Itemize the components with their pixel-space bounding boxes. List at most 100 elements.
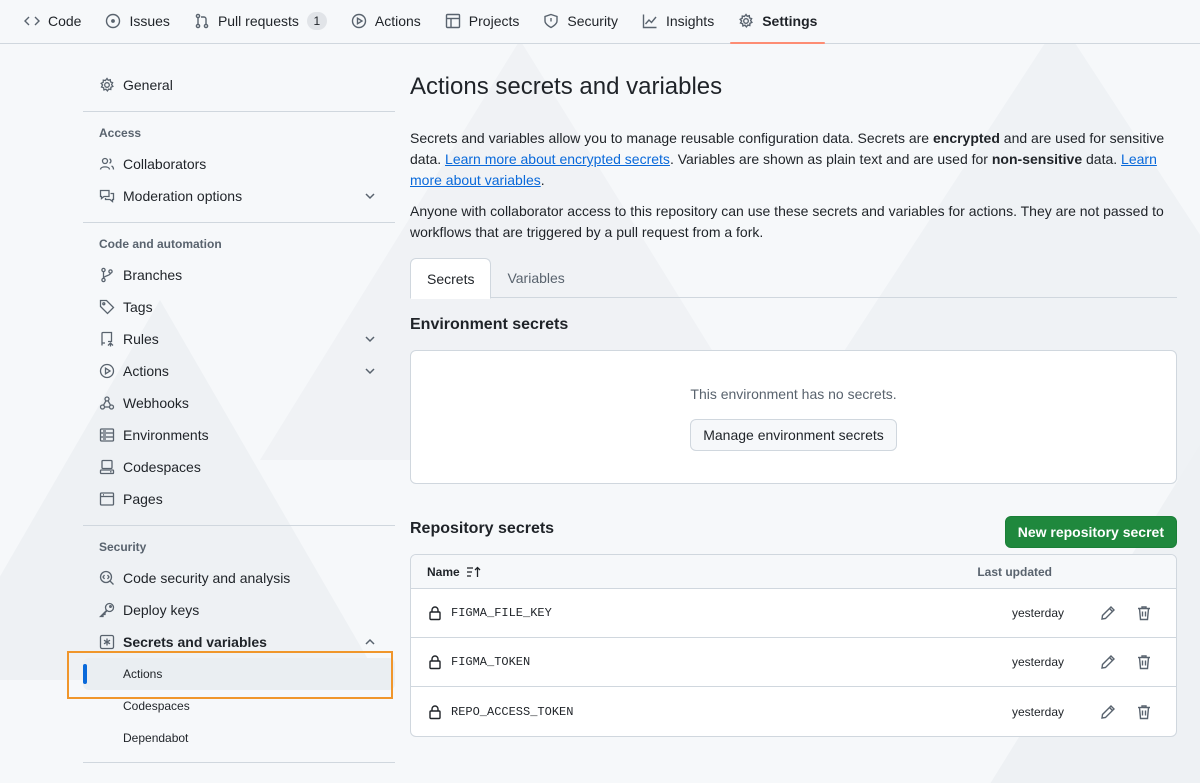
sidebar-item-environments[interactable]: Environments (83, 419, 395, 451)
sidebar-subitem-label: Actions (123, 667, 163, 681)
sidebar-item-codespaces[interactable]: Codespaces (83, 451, 395, 483)
lock-icon (429, 606, 441, 621)
sidebar-item-rules[interactable]: Rules (83, 323, 395, 355)
edit-secret-button[interactable] (1100, 704, 1116, 720)
sidebar-item-deploy-keys[interactable]: Deploy keys (83, 594, 395, 626)
tab-settings[interactable]: Settings (730, 0, 826, 44)
secrets-variables-tabs: Secrets Variables (410, 258, 1177, 299)
issue-icon (106, 13, 121, 29)
pull-request-icon (195, 13, 209, 29)
sidebar-subitem-label: Codespaces (123, 699, 190, 713)
table-row: REPO_ACCESS_TOKEN yesterday (411, 687, 1176, 736)
sidebar-item-label: Deploy keys (123, 602, 200, 618)
sidebar-item-webhooks[interactable]: Webhooks (83, 387, 395, 419)
name-column-header[interactable]: Name (427, 565, 482, 579)
empty-state-message: This environment has no secrets. (690, 386, 897, 402)
secret-name: REPO_ACCESS_TOKEN (451, 704, 574, 719)
environment-secrets-heading: Environment secrets (410, 316, 569, 333)
sidebar-subitem-actions[interactable]: Actions (83, 658, 395, 690)
sidebar-item-general[interactable]: General (83, 69, 395, 101)
git-branch-icon (101, 267, 113, 283)
sidebar-item-pages[interactable]: Pages (83, 483, 395, 515)
edit-secret-button[interactable] (1100, 654, 1116, 670)
chevron-down-icon (365, 193, 375, 200)
secret-last-updated: yesterday (1011, 655, 1064, 669)
tab-settings-label: Settings (762, 13, 818, 29)
sidebar-item-tags[interactable]: Tags (83, 291, 395, 323)
tab-security-label: Security (567, 13, 618, 29)
intro-text: Secrets and variables allow you to manag… (410, 130, 933, 146)
sidebar-divider (83, 222, 395, 223)
sidebar-item-label: Pages (123, 491, 163, 507)
secret-last-updated: yesterday (1011, 704, 1064, 719)
tab-projects[interactable]: Projects (437, 0, 528, 43)
table-icon (445, 13, 460, 29)
page-title: Actions secrets and variables (410, 73, 723, 100)
sidebar-item-label: Tags (123, 299, 153, 315)
sidebar-item-actions[interactable]: Actions (83, 355, 395, 387)
repository-secrets-table: Name Last updated FIGMA_FILE_KEY yesterd… (410, 554, 1177, 737)
repo-navigation: Code Issues Pull requests 1 Actions Proj… (0, 0, 1200, 44)
sidebar-item-code-security[interactable]: Code security and analysis (83, 562, 395, 594)
tab-insights[interactable]: Insights (634, 0, 722, 43)
sidebar-heading-access: Access (99, 126, 142, 140)
learn-encrypted-secrets-link[interactable]: Learn more about encrypted secrets (445, 151, 670, 167)
pencil-icon (1101, 655, 1115, 669)
secret-last-updated: yesterday (1011, 606, 1064, 620)
tab-issues-label: Issues (129, 13, 170, 29)
sidebar-item-label: Collaborators (123, 156, 207, 172)
tab-pull-requests[interactable]: Pull requests 1 (186, 0, 335, 43)
sidebar-item-collaborators[interactable]: Collaborators (83, 148, 395, 180)
sidebar-subitem-codespaces[interactable]: Codespaces (83, 690, 395, 722)
lock-icon (429, 655, 441, 670)
sidebar-divider (83, 111, 395, 112)
pull-requests-count: 1 (306, 12, 327, 30)
new-repository-secret-button[interactable]: New repository secret (1004, 516, 1177, 548)
intro-bold-encrypted: encrypted (932, 130, 1000, 146)
gear-icon (739, 13, 754, 29)
main-content: Actions secrets and variables Secrets an… (410, 64, 1177, 737)
sidebar-item-label: Secrets and variables (123, 634, 267, 650)
key-icon (99, 602, 115, 618)
delete-secret-button[interactable] (1136, 704, 1152, 720)
server-icon (99, 428, 115, 442)
tab-actions[interactable]: Actions (343, 0, 429, 43)
secret-name: FIGMA_FILE_KEY (451, 606, 552, 620)
sidebar-item-secrets-variables[interactable]: Secrets and variables (83, 626, 395, 658)
intro-paragraph: Secrets and variables allow you to manag… (410, 128, 1177, 191)
table-row: FIGMA_TOKEN yesterday (411, 638, 1176, 687)
settings-sidebar: General Access Collaborators Moderation … (83, 64, 395, 773)
delete-secret-button[interactable] (1136, 605, 1152, 621)
sidebar-item-label: Codespaces (123, 459, 201, 475)
chevron-up-icon (365, 638, 375, 645)
manage-environment-secrets-button[interactable]: Manage environment secrets (690, 419, 897, 451)
tab-variables[interactable]: Variables (491, 258, 580, 298)
trash-icon (1138, 606, 1150, 621)
sidebar-item-label: Webhooks (123, 395, 189, 411)
code-icon (24, 16, 40, 26)
sort-asc-icon (466, 566, 481, 577)
tab-secrets[interactable]: Secrets (410, 258, 492, 299)
tab-actions-label: Actions (374, 13, 421, 29)
name-column-label: Name (427, 564, 460, 579)
collaborator-note: Anyone with collaborator access to this … (410, 203, 1164, 240)
tab-issues[interactable]: Issues (97, 0, 177, 43)
intro-bold-non-sensitive: non-sensitive (991, 151, 1083, 167)
play-icon (99, 363, 115, 379)
people-icon (99, 157, 115, 170)
edit-secret-button[interactable] (1100, 605, 1116, 621)
sidebar-item-branches[interactable]: Branches (83, 259, 395, 291)
tab-pull-requests-label: Pull requests (217, 13, 299, 29)
sidebar-heading-code-automation: Code and automation (99, 237, 222, 251)
secret-name: FIGMA_TOKEN (451, 655, 531, 669)
delete-secret-button[interactable] (1136, 654, 1152, 670)
tab-security[interactable]: Security (535, 0, 626, 43)
sidebar-item-moderation[interactable]: Moderation options (83, 180, 395, 212)
gear-icon (100, 77, 114, 92)
tab-code[interactable]: Code (16, 0, 89, 43)
table-header: Name Last updated (411, 555, 1176, 589)
table-row: FIGMA_FILE_KEY yesterday (411, 589, 1176, 638)
graph-icon (642, 14, 657, 29)
sidebar-subitem-dependabot[interactable]: Dependabot (83, 722, 395, 754)
sidebar-item-label: Moderation options (123, 188, 243, 204)
